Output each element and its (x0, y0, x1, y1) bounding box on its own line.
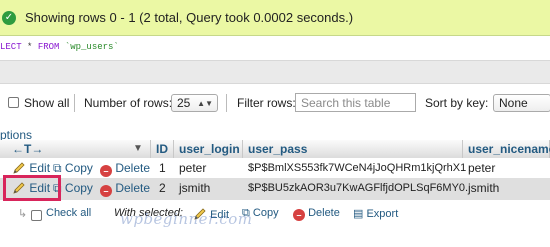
delete-action[interactable]: – Delete (100, 158, 150, 178)
toolbar-divider (74, 94, 75, 112)
bulk-arrow-icon: ↳ (18, 208, 28, 220)
cell-id: 2 (159, 181, 166, 195)
cell-id: 1 (159, 161, 166, 175)
sql-star: * (21, 42, 38, 52)
table-row: Edit ⧉ Copy – Delete 2 jsmith $P$BU5zkAO… (0, 178, 550, 200)
select-arrows-icon: ▲▼ (197, 98, 213, 108)
sql-keyword: LECT (0, 42, 22, 52)
sort-by-key-value: None (499, 96, 528, 110)
export-icon: ▤ (353, 208, 364, 220)
column-header-user-pass[interactable]: user_pass (243, 140, 463, 158)
cell-user-nicename: peter (468, 161, 496, 175)
copy-label: Copy (64, 181, 93, 195)
delete-action[interactable]: – Delete (100, 178, 150, 198)
column-arrows-icon: ←T→ (12, 142, 44, 156)
actions-header: ←T→ ▼ (0, 140, 151, 158)
table-navigation-toolbar: Show all Number of rows: 25 ▲▼ Filter ro… (0, 88, 550, 118)
copy-label: Copy (64, 161, 93, 175)
delete-icon: – (293, 209, 305, 221)
column-header-id[interactable]: ID (151, 140, 174, 158)
cell-user-login: jsmith (179, 181, 211, 195)
show-all-checkbox[interactable] (8, 97, 19, 108)
column-header-user-login[interactable]: user_login (174, 140, 243, 158)
column-header-user-nicename[interactable]: user_nicename (463, 140, 550, 158)
watermark: wpbeginner.com (120, 210, 253, 228)
success-banner: ✓ Showing rows 0 - 1 (2 total, Query too… (0, 0, 550, 36)
bulk-delete-button[interactable]: – Delete (293, 207, 340, 221)
number-of-rows-label: Number of rows: (84, 96, 173, 110)
check-all-checkbox[interactable] (31, 210, 42, 221)
bulk-export-button[interactable]: ▤ Export (353, 207, 398, 220)
copy-icon: ⧉ (53, 161, 62, 175)
success-check-icon: ✓ (2, 10, 16, 25)
check-all-link[interactable]: Check all (46, 207, 91, 219)
sql-table-name: `wp_users` (64, 42, 119, 52)
cell-user-nicename: jsmith (468, 181, 500, 195)
sql-box-edge (0, 60, 550, 84)
toolbar-divider (226, 94, 227, 112)
bulk-copy-label: Copy (252, 207, 279, 219)
delete-icon: – (100, 185, 112, 197)
sql-query: LECT * FROM `wp_users` (0, 42, 119, 52)
column-dropdown-icon[interactable]: ▼ (133, 140, 143, 158)
cell-user-pass: $P$BmlXS553fk7WCeN4jJoQHRm1kjQrhX1 (248, 162, 467, 174)
cell-user-login: peter (179, 161, 207, 175)
delete-label: Delete (115, 181, 151, 195)
delete-icon: – (100, 165, 112, 177)
bulk-actions-bar: ↳ Check all With selected: Edit ⧉ Copy –… (0, 200, 550, 230)
delete-label: Delete (115, 161, 151, 175)
edit-label: Edit (29, 161, 51, 175)
bulk-export-label: Export (366, 208, 399, 220)
sort-by-key-label: Sort by key: (425, 96, 489, 110)
number-of-rows-select[interactable]: 25 ▲▼ (171, 94, 218, 112)
success-message: Showing rows 0 - 1 (2 total, Query took … (25, 10, 354, 25)
filter-rows-placeholder: Search this table (301, 96, 391, 110)
table-row: Edit ⧉ Copy – Delete 1 peter $P$BmlXS553… (0, 158, 550, 180)
number-of-rows-value: 25 (177, 96, 191, 110)
bulk-delete-label: Delete (308, 207, 340, 219)
filter-rows-label: Filter rows: (237, 96, 296, 110)
pencil-icon (13, 162, 25, 174)
filter-rows-input[interactable]: Search this table (295, 93, 416, 112)
sql-from: FROM (37, 42, 65, 52)
cell-user-pass: $P$BU5zkAOR3u7KwAGFlfjdOPLSqF6MY0. (248, 182, 469, 194)
edit-highlight-box (3, 175, 61, 201)
show-all-label[interactable]: Show all (24, 96, 69, 110)
sort-by-key-select[interactable]: None (493, 94, 550, 112)
